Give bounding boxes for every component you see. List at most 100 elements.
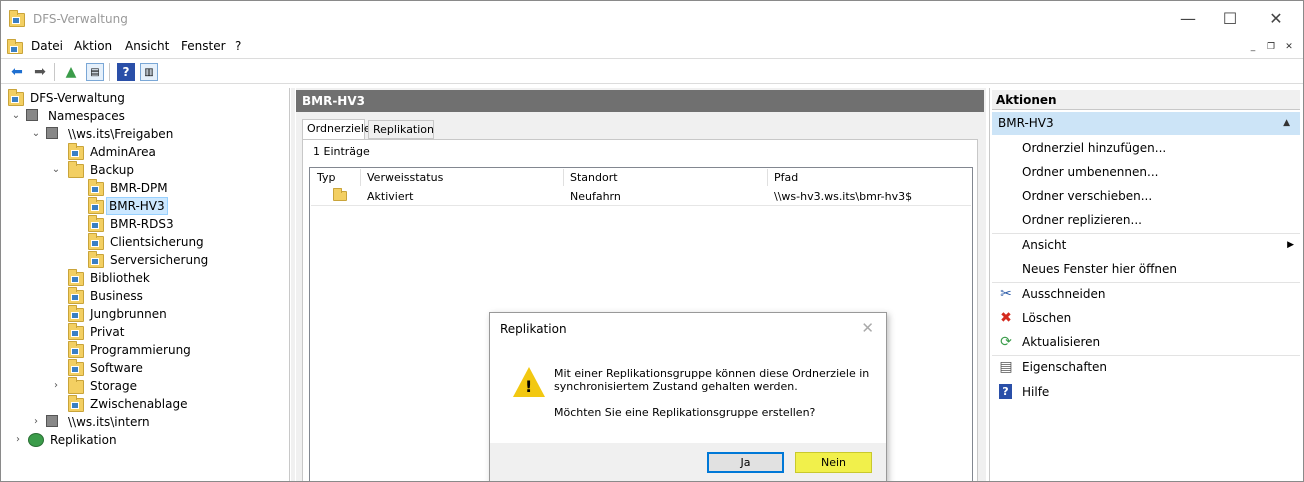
tree-label: Programmierung [90, 343, 191, 357]
tab-replikation[interactable]: Replikation [368, 120, 434, 139]
menu-help[interactable]: ? [235, 39, 241, 53]
dialog-message: Mit einer Replikationsgruppe können dies… [554, 367, 870, 393]
tree-label: AdminArea [90, 145, 156, 159]
up-folder-icon[interactable]: ▲ [62, 63, 80, 81]
actions-header: Aktionen [992, 90, 1300, 110]
tree-label: Clientsicherung [110, 235, 204, 249]
collapse-chevron-icon[interactable]: ⌄ [30, 125, 42, 143]
dialog-close-icon[interactable]: ✕ [861, 319, 874, 337]
mdi-close-button[interactable]: ✕ [1281, 39, 1297, 55]
actions-section-label: BMR-HV3 [998, 116, 1054, 130]
tree-label: \\ws.its\Freigaben [68, 127, 174, 141]
folder-icon [68, 377, 84, 394]
dialog-title: Replikation [500, 322, 567, 336]
linked-folder-icon [68, 395, 84, 412]
navigation-tree: DFS-Verwaltung ⌄ Namespaces ⌄ \\ws.its\F… [4, 88, 290, 481]
linked-folder-icon [68, 143, 84, 160]
menu-aktion[interactable]: Aktion [74, 39, 112, 53]
help-icon: ? [999, 384, 1012, 399]
linked-folder-icon [68, 269, 84, 286]
collapse-chevron-icon[interactable]: ⌄ [50, 161, 62, 179]
tree-label: Privat [90, 325, 125, 339]
help-icon[interactable]: ? [117, 63, 135, 81]
properties-icon: ▤ [999, 359, 1013, 375]
linked-folder-icon [88, 251, 104, 268]
action-view[interactable]: Ansicht ▶ [992, 233, 1300, 257]
results-header: BMR-HV3 [296, 90, 984, 112]
action-label: Ordner replizieren... [1022, 213, 1142, 227]
forward-arrow-icon[interactable]: ➡ [31, 63, 49, 81]
action-replicate[interactable]: Ordner replizieren... [992, 208, 1300, 232]
menu-fenster[interactable]: Fenster [181, 39, 226, 53]
action-help[interactable]: ? Hilfe [992, 380, 1300, 404]
linked-folder-icon [68, 323, 84, 340]
linked-folder-icon [88, 215, 104, 232]
expand-chevron-icon[interactable]: › [12, 431, 24, 449]
scissors-icon: ✂ [1000, 286, 1012, 302]
yes-button[interactable]: Ja [707, 452, 784, 473]
no-button[interactable]: Nein [795, 452, 872, 473]
title-bar: DFS-Verwaltung — ☐ ✕ [1, 1, 1303, 37]
submenu-arrow-icon: ▶ [1287, 240, 1294, 250]
linked-folder-icon [88, 233, 104, 250]
action-label: Ansicht [1022, 238, 1067, 252]
dfs-app-icon [9, 10, 25, 27]
dialog-button-bar: Ja Nein [490, 443, 886, 481]
expand-chevron-icon[interactable]: › [30, 413, 42, 431]
action-label: Ausschneiden [1022, 287, 1106, 301]
replication-icon [28, 433, 44, 447]
column-header-standort[interactable]: Standort [564, 169, 768, 186]
action-delete[interactable]: ✖ Löschen [992, 306, 1300, 330]
action-cut[interactable]: ✂ Ausschneiden [992, 282, 1300, 306]
pane-splitter[interactable] [291, 88, 295, 481]
tree-label: BMR-HV3 [106, 197, 168, 215]
delete-x-icon: ✖ [1000, 310, 1012, 326]
namespace-icon [46, 415, 58, 427]
tree-label: Jungbrunnen [90, 307, 167, 321]
action-label: Hilfe [1022, 385, 1050, 399]
tree-label: DFS-Verwaltung [30, 91, 125, 105]
action-pane-icon[interactable]: ▥ [140, 63, 158, 81]
action-move[interactable]: Ordner verschieben... [992, 184, 1300, 208]
maximize-button[interactable]: ☐ [1207, 1, 1253, 37]
linked-folder-icon [68, 359, 84, 376]
action-add-target[interactable]: Ordnerziel hinzufügen... [992, 136, 1300, 160]
expand-chevron-icon[interactable]: › [50, 377, 62, 395]
menu-datei[interactable]: Datei [31, 39, 63, 53]
action-properties[interactable]: ▤ Eigenschaften [992, 355, 1300, 379]
cell-standort: Neufahrn [570, 190, 621, 203]
column-header-verweisstatus[interactable]: Verweisstatus [361, 169, 564, 186]
tab-ordnerziele[interactable]: Ordnerziele [302, 119, 371, 140]
mdi-minimize-button[interactable]: _ [1245, 39, 1261, 55]
mdi-restore-button[interactable]: ❐ [1263, 39, 1279, 55]
dfs-management-window: DFS-Verwaltung — ☐ ✕ Datei Aktion Ansich… [0, 0, 1304, 482]
toolbar: ⬅ ➡ ▲ ▤ ? ▥ [1, 58, 1303, 84]
menu-ansicht[interactable]: Ansicht [125, 39, 169, 53]
tree-label: Backup [90, 163, 134, 177]
collapse-up-icon[interactable]: ▲ [1283, 112, 1290, 135]
action-label: Ordnerziel hinzufügen... [1022, 141, 1167, 155]
table-row[interactable]: Aktiviert Neufahrn \\ws-hv3.ws.its\bmr-h… [311, 187, 971, 206]
action-rename[interactable]: Ordner umbenennen... [992, 160, 1300, 184]
action-label: Ordner umbenennen... [1022, 165, 1159, 179]
menu-bar: Datei Aktion Ansicht Fenster ? [1, 37, 1303, 57]
tree-label: Storage [90, 379, 137, 393]
dfs-icon [8, 89, 24, 106]
close-button[interactable]: ✕ [1253, 1, 1299, 37]
action-new-window[interactable]: Neues Fenster hier öffnen [992, 257, 1300, 281]
collapse-chevron-icon[interactable]: ⌄ [10, 107, 22, 125]
folder-icon [68, 161, 84, 178]
tree-label: Bibliothek [90, 271, 150, 285]
column-header-typ[interactable]: Typ [311, 169, 361, 186]
column-header-pfad[interactable]: Pfad [768, 169, 971, 186]
window-title: DFS-Verwaltung [33, 12, 128, 26]
mmc-doc-icon [7, 39, 23, 54]
replication-dialog: Replikation ✕ ! Mit einer Replikationsgr… [489, 312, 887, 481]
action-label: Löschen [1022, 311, 1072, 325]
show-hide-tree-icon[interactable]: ▤ [86, 63, 104, 81]
minimize-button[interactable]: — [1165, 1, 1211, 37]
actions-section-bmr-hv3[interactable]: BMR-HV3 ▲ [992, 112, 1300, 135]
actions-pane: Aktionen BMR-HV3 ▲ Ordnerziel hinzufügen… [989, 88, 1301, 481]
action-refresh[interactable]: ⟳ Aktualisieren [992, 330, 1300, 354]
back-arrow-icon[interactable]: ⬅ [8, 63, 26, 81]
